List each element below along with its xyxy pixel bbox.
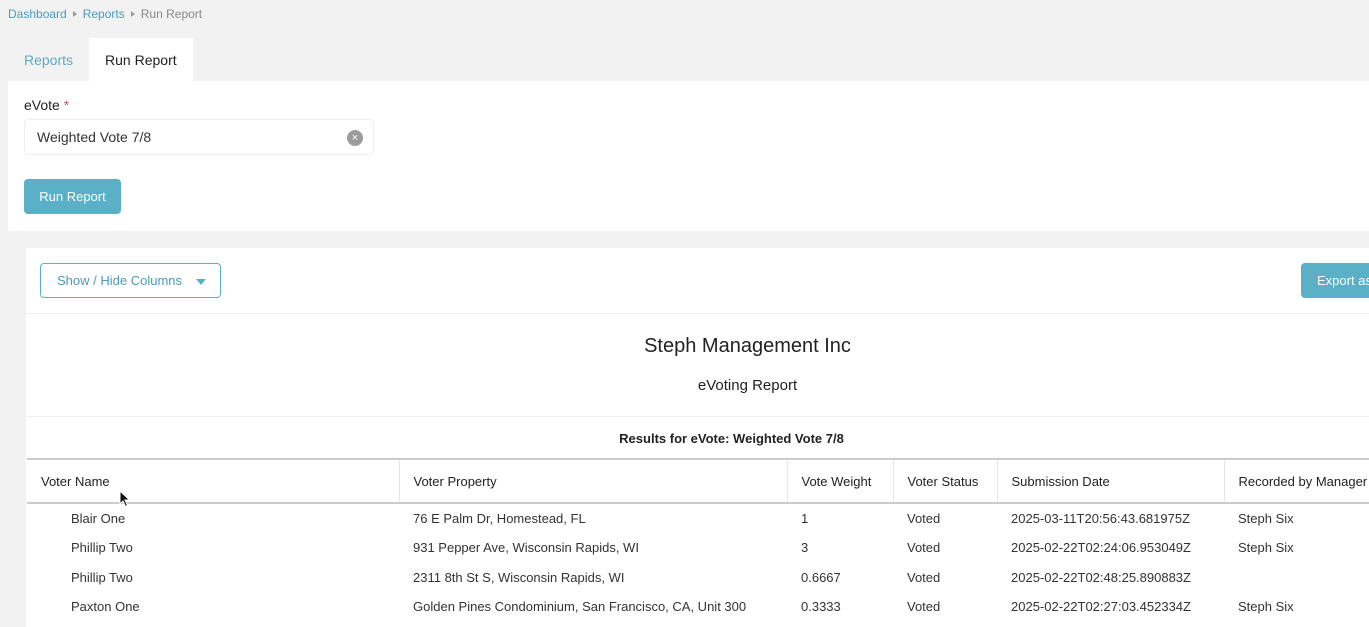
submission-date-cell: 2025-03-11T20:56:43.681975Z xyxy=(1011,510,1191,526)
table-row: Blair One 76 E Palm Dr, Homestead, FL 1 … xyxy=(27,503,1369,533)
vote-weight-cell: 0.6667 xyxy=(801,569,841,585)
voter-property-cell: 2311 8th St S, Wisconsin Rapids, WI xyxy=(413,569,625,585)
column-header-voter-name[interactable]: Voter Name xyxy=(27,459,400,503)
show-hide-columns-label: Show / Hide Columns xyxy=(57,273,182,288)
results-table: Voter Name Voter Property Vote Weight Vo… xyxy=(27,458,1369,622)
evote-select[interactable]: Weighted Vote 7/8 × xyxy=(24,119,374,155)
column-header-submission-date[interactable]: Submission Date xyxy=(997,459,1225,503)
recorded-by-cell xyxy=(1224,562,1369,592)
show-hide-columns-button[interactable]: Show / Hide Columns xyxy=(40,263,221,298)
breadcrumb-separator-icon xyxy=(130,11,135,17)
report-title: Steph Management Inc xyxy=(644,335,851,357)
voter-name-cell: Paxton One xyxy=(71,599,140,615)
voter-name-cell: Phillip Two xyxy=(71,569,133,585)
breadcrumb: Dashboard Reports Run Report xyxy=(8,7,202,21)
tab-bar: Reports Run Report xyxy=(8,38,193,81)
mouse-cursor-icon xyxy=(119,490,131,508)
evote-select-value: Weighted Vote 7/8 xyxy=(37,129,152,145)
voter-status-cell: Voted xyxy=(907,599,941,615)
submission-date-cell: 2025-02-22T02:48:25.890883Z xyxy=(1011,569,1191,585)
required-mark: * xyxy=(63,97,70,113)
recorded-by-cell: Steph Six xyxy=(1238,540,1294,556)
results-caption: Results for eVote: Weighted Vote 7/8 xyxy=(619,431,844,446)
export-button[interactable]: Export as xyxy=(1301,263,1369,298)
table-row: Phillip Two 931 Pepper Ave, Wisconsin Ra… xyxy=(27,533,1369,563)
recorded-by-cell: Steph Six xyxy=(1238,599,1294,615)
voter-name-cell: Phillip Two xyxy=(71,540,133,556)
evote-label: eVote * xyxy=(24,97,69,113)
evote-label-text: eVote xyxy=(24,97,60,113)
run-report-form: eVote * Weighted Vote 7/8 × Run Report xyxy=(8,81,1369,231)
voter-property-cell: 76 E Palm Dr, Homestead, FL xyxy=(413,510,586,526)
tab-run-report[interactable]: Run Report xyxy=(89,38,193,81)
vote-weight-cell: 1 xyxy=(801,510,809,526)
chevron-down-icon xyxy=(196,279,206,285)
breadcrumb-reports[interactable]: Reports xyxy=(83,7,125,21)
table-row: Phillip Two 2311 8th St S, Wisconsin Rap… xyxy=(27,562,1369,592)
breadcrumb-separator-icon xyxy=(72,11,77,17)
table-row: Paxton One Golden Pines Condominium, San… xyxy=(27,592,1369,622)
breadcrumb-dashboard[interactable]: Dashboard xyxy=(8,7,67,21)
voter-status-cell: Voted xyxy=(907,540,941,556)
voter-status-cell: Voted xyxy=(907,510,941,526)
submission-date-cell: 2025-02-22T02:27:03.452334Z xyxy=(1011,599,1191,615)
breadcrumb-current: Run Report xyxy=(140,7,203,21)
clear-icon[interactable]: × xyxy=(347,130,363,146)
voter-property-cell: Golden Pines Condominium, San Francisco,… xyxy=(413,599,747,615)
tab-reports[interactable]: Reports xyxy=(8,38,89,81)
column-header-voter-property[interactable]: Voter Property xyxy=(399,459,788,503)
voter-property-cell: 931 Pepper Ave, Wisconsin Rapids, WI xyxy=(413,540,639,556)
run-report-button[interactable]: Run Report xyxy=(24,179,121,214)
column-header-voter-status[interactable]: Voter Status xyxy=(893,459,998,503)
voter-status-cell: Voted xyxy=(907,569,941,585)
table-header-row: Voter Name Voter Property Vote Weight Vo… xyxy=(27,459,1369,503)
report-panel: Show / Hide Columns Export as Steph Mana… xyxy=(26,248,1369,627)
column-header-vote-weight[interactable]: Vote Weight xyxy=(787,459,894,503)
vote-weight-cell: 3 xyxy=(801,540,809,556)
voter-name-cell: Blair One xyxy=(71,510,126,526)
divider xyxy=(26,416,1369,417)
vote-weight-cell: 0.3333 xyxy=(801,599,841,615)
report-subtitle: eVoting Report xyxy=(697,377,798,394)
submission-date-cell: 2025-02-22T02:24:06.953049Z xyxy=(1011,540,1191,556)
column-header-recorded-by-manager[interactable]: Recorded by Manager xyxy=(1224,459,1369,503)
recorded-by-cell: Steph Six xyxy=(1238,510,1294,526)
report-toolbar: Show / Hide Columns Export as xyxy=(26,248,1369,314)
